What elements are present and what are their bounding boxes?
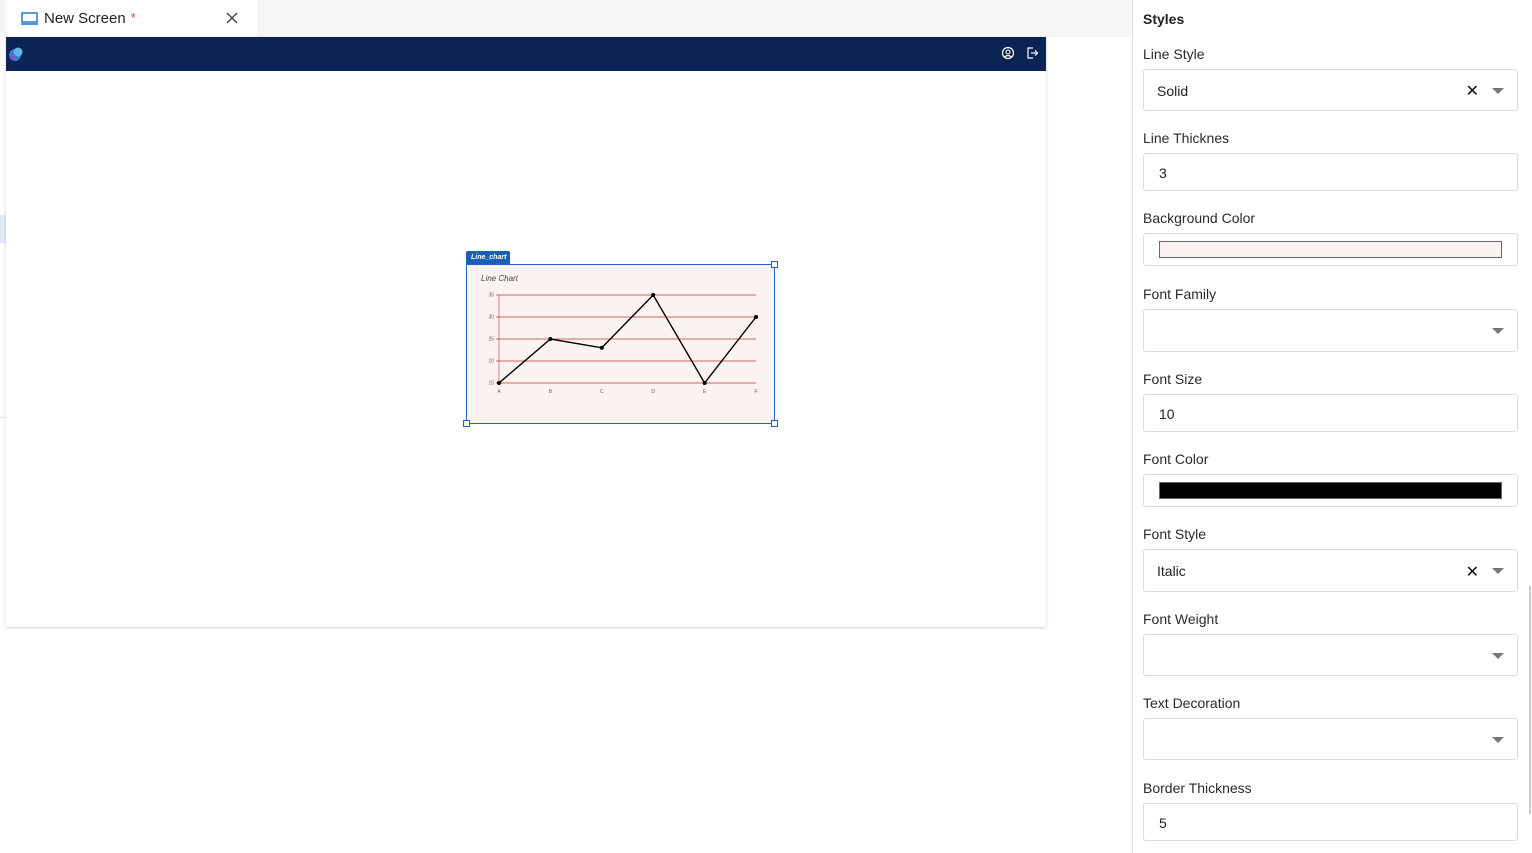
font-style-value: Italic bbox=[1157, 563, 1186, 579]
font-weight-select[interactable] bbox=[1143, 634, 1518, 676]
logout-icon[interactable] bbox=[1025, 46, 1039, 60]
font-style-label: Font Style bbox=[1143, 526, 1207, 542]
panel-scrollbar[interactable] bbox=[1529, 586, 1531, 814]
x-tick-label: A bbox=[497, 389, 501, 395]
app-logo-icon bbox=[9, 47, 23, 61]
chevron-down-icon[interactable] bbox=[1492, 88, 1504, 94]
border-thickness-value: 5 bbox=[1159, 815, 1167, 831]
font-color-label: Font Color bbox=[1143, 451, 1209, 467]
chevron-down-icon[interactable] bbox=[1492, 653, 1504, 659]
x-tick-label: D bbox=[651, 389, 655, 395]
data-point bbox=[702, 381, 707, 385]
font-color-swatch[interactable] bbox=[1159, 482, 1502, 499]
chevron-down-icon[interactable] bbox=[1492, 568, 1504, 574]
background-color-swatch[interactable] bbox=[1159, 241, 1502, 258]
data-point bbox=[548, 337, 553, 341]
font-family-label: Font Family bbox=[1143, 286, 1217, 302]
resize-handle-bottom-right[interactable] bbox=[771, 420, 778, 427]
font-size-value: 10 bbox=[1159, 406, 1175, 422]
data-point bbox=[497, 381, 501, 385]
line-chart-widget[interactable]: 15 20 25 30 35 A B C D E F Line Chart bbox=[463, 261, 778, 427]
background-color-label: Background Color bbox=[1143, 210, 1256, 226]
text-decoration-select[interactable] bbox=[1143, 718, 1518, 760]
y-tick-label: 25 bbox=[488, 337, 494, 343]
x-tick-label: E bbox=[703, 389, 707, 395]
background-color-picker[interactable] bbox=[1143, 233, 1518, 266]
y-tick-label: 20 bbox=[488, 359, 494, 365]
data-point bbox=[651, 293, 656, 297]
chevron-down-icon[interactable] bbox=[1492, 737, 1504, 743]
font-family-select[interactable] bbox=[1143, 309, 1518, 352]
text-decoration-label: Text Decoration bbox=[1143, 695, 1241, 711]
line-style-label: Line Style bbox=[1143, 46, 1205, 62]
chart-title: Line Chart bbox=[481, 274, 518, 283]
line-thickness-label: Line Thicknes bbox=[1143, 130, 1230, 146]
close-icon[interactable] bbox=[225, 11, 239, 25]
y-tick-label: 15 bbox=[488, 381, 494, 387]
line-style-value: Solid bbox=[1157, 83, 1189, 99]
unsaved-marker: * bbox=[130, 10, 136, 25]
chevron-down-icon[interactable] bbox=[1492, 328, 1504, 334]
line-chart-svg: 15 20 25 30 35 A B C D E F bbox=[488, 293, 758, 395]
font-style-select[interactable]: Italic ✕ bbox=[1143, 549, 1518, 592]
font-size-input[interactable]: 10 bbox=[1143, 394, 1518, 432]
x-tick-label: C bbox=[600, 389, 604, 395]
border-thickness-label: Border Thickness bbox=[1143, 780, 1252, 796]
font-size-label: Font Size bbox=[1143, 371, 1203, 387]
tab-new-screen[interactable]: New Screen * bbox=[6, 0, 257, 37]
resize-handle-bottom-left[interactable] bbox=[463, 420, 470, 427]
panel-title: Styles bbox=[1143, 11, 1185, 27]
tab-bar: New Screen * bbox=[0, 0, 1132, 37]
widget-type-tag[interactable]: Line_chart bbox=[466, 251, 510, 264]
line-thickness-value: 3 bbox=[1159, 165, 1167, 181]
resize-handle-top-right[interactable] bbox=[771, 261, 778, 268]
editor-area: New Screen * Line_chart 15 20 25 30 35 A… bbox=[0, 0, 1132, 853]
font-weight-label: Font Weight bbox=[1143, 611, 1219, 627]
line-thickness-input[interactable]: 3 bbox=[1143, 153, 1518, 191]
data-point bbox=[754, 315, 758, 319]
tab-title: New Screen bbox=[44, 10, 126, 27]
data-point bbox=[599, 345, 604, 350]
app-header-bar bbox=[6, 37, 1046, 71]
y-tick-label: 35 bbox=[488, 293, 494, 299]
x-tick-label: F bbox=[754, 389, 757, 395]
screen-canvas[interactable]: Line_chart 15 20 25 30 35 A B C D E F Line Chart bbox=[6, 37, 1046, 627]
font-color-picker[interactable] bbox=[1143, 474, 1518, 507]
user-circle-icon[interactable] bbox=[1001, 46, 1015, 60]
monitor-icon bbox=[21, 12, 38, 25]
clear-icon[interactable]: ✕ bbox=[1466, 562, 1479, 582]
styles-panel: Styles Line Style Solid ✕ Line Thicknes … bbox=[1132, 0, 1532, 853]
line-style-select[interactable]: Solid ✕ bbox=[1143, 69, 1518, 111]
border-thickness-input[interactable]: 5 bbox=[1143, 803, 1518, 841]
y-tick-label: 30 bbox=[488, 315, 494, 321]
clear-icon[interactable]: ✕ bbox=[1466, 81, 1479, 101]
x-tick-label: B bbox=[549, 389, 553, 395]
